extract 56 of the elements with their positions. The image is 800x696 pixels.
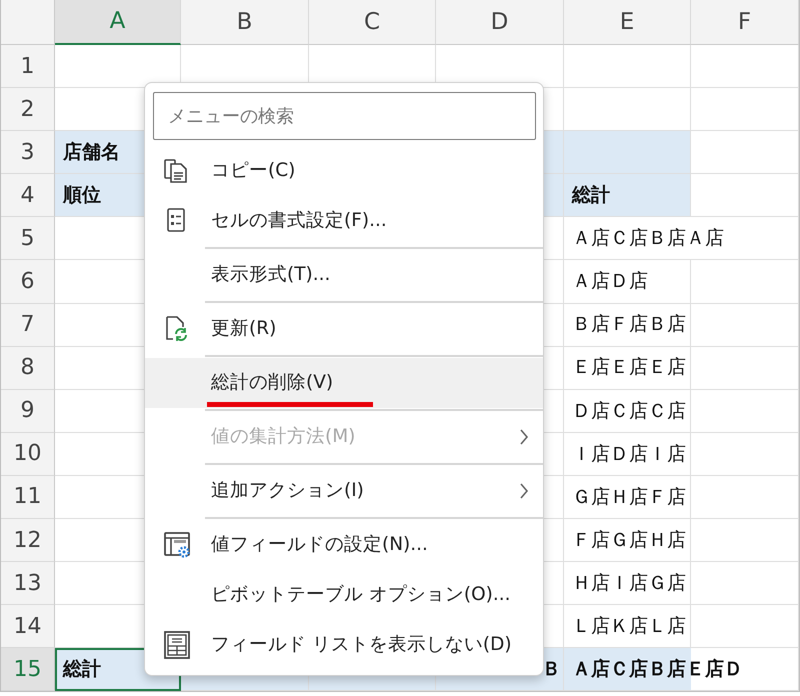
table-cell[interactable]	[564, 131, 691, 174]
row-header[interactable]: 14	[1, 605, 55, 648]
menu-item[interactable]: 値フィールドの設定(N)...	[145, 520, 543, 570]
row-header[interactable]: 6	[1, 260, 55, 304]
row-header[interactable]: 12	[1, 519, 55, 562]
table-cell[interactable]	[691, 45, 799, 88]
table-cell[interactable]: Ｆ店Ｇ店Ｈ店	[564, 519, 691, 562]
menu-item[interactable]: 更新(R)	[145, 304, 543, 354]
menu-item[interactable]: 追加アクション(I)	[145, 466, 543, 516]
row-header[interactable]: 4	[1, 174, 55, 218]
row-header[interactable]: 5	[1, 217, 55, 260]
table-cell[interactable]: Ｉ店Ｄ店Ｉ店	[564, 432, 691, 476]
row-header[interactable]: 3	[1, 131, 55, 174]
table-cell[interactable]: Ｇ店Ｈ店Ｆ店	[564, 476, 691, 520]
column-header[interactable]: E	[564, 0, 691, 45]
table-cell[interactable]: Ｄ店Ｃ店Ｃ店	[564, 390, 691, 433]
column-header[interactable]: A	[55, 0, 181, 45]
table-cell[interactable]: Ｈ店Ｉ店Ｇ店	[564, 562, 691, 606]
table-cell[interactable]	[691, 519, 799, 562]
table-cell[interactable]	[691, 131, 799, 174]
column-header[interactable]: C	[309, 0, 436, 45]
table-cell[interactable]: Ｅ店Ｅ店Ｅ店	[564, 346, 691, 390]
field-settings-icon	[163, 531, 191, 559]
table-cell[interactable]	[691, 346, 799, 390]
table-cell[interactable]	[691, 88, 799, 132]
table-cell[interactable]	[691, 476, 799, 520]
row-header[interactable]: 10	[1, 432, 55, 476]
table-cell[interactable]	[691, 260, 799, 304]
row-header[interactable]: 13	[1, 562, 55, 606]
table-cell[interactable]	[564, 45, 691, 88]
column-header[interactable]: D	[436, 0, 564, 45]
field-list-icon	[163, 631, 191, 659]
table-cell[interactable]: 総計	[564, 174, 691, 218]
table-cell[interactable]	[691, 390, 799, 433]
search-field[interactable]: メニューの検索	[153, 92, 536, 140]
table-cell[interactable]: Ａ店Ｄ店	[564, 260, 691, 304]
menu-item[interactable]: ピボットテーブル オプション(O)...	[145, 570, 543, 620]
table-cell[interactable]	[691, 304, 799, 347]
table-cell[interactable]	[691, 562, 799, 606]
row-header[interactable]: 1	[1, 45, 55, 88]
menu-item[interactable]: 表示形式(T)...	[145, 250, 543, 300]
row-header[interactable]: 7	[1, 304, 55, 347]
table-cell[interactable]	[691, 432, 799, 476]
menu-item[interactable]: 総計の削除(V)	[145, 358, 543, 408]
row-header[interactable]: 11	[1, 476, 55, 520]
table-cell[interactable]: Ａ店Ｃ店Ｂ店Ａ店	[564, 217, 799, 260]
table-cell[interactable]: Ａ店Ｃ店Ｂ店Ｅ店Ｄ	[564, 648, 799, 691]
row-header[interactable]: 2	[1, 88, 55, 132]
table-cell[interactable]: Ｂ店Ｆ店Ｂ店	[564, 304, 691, 347]
column-header[interactable]: F	[691, 0, 799, 45]
select-all-corner[interactable]	[1, 0, 55, 45]
row-header[interactable]: 15	[1, 648, 55, 691]
column-header[interactable]: B	[181, 0, 309, 45]
row-header[interactable]: 8	[1, 346, 55, 390]
table-cell[interactable]	[691, 174, 799, 218]
row-header[interactable]: 9	[1, 390, 55, 433]
